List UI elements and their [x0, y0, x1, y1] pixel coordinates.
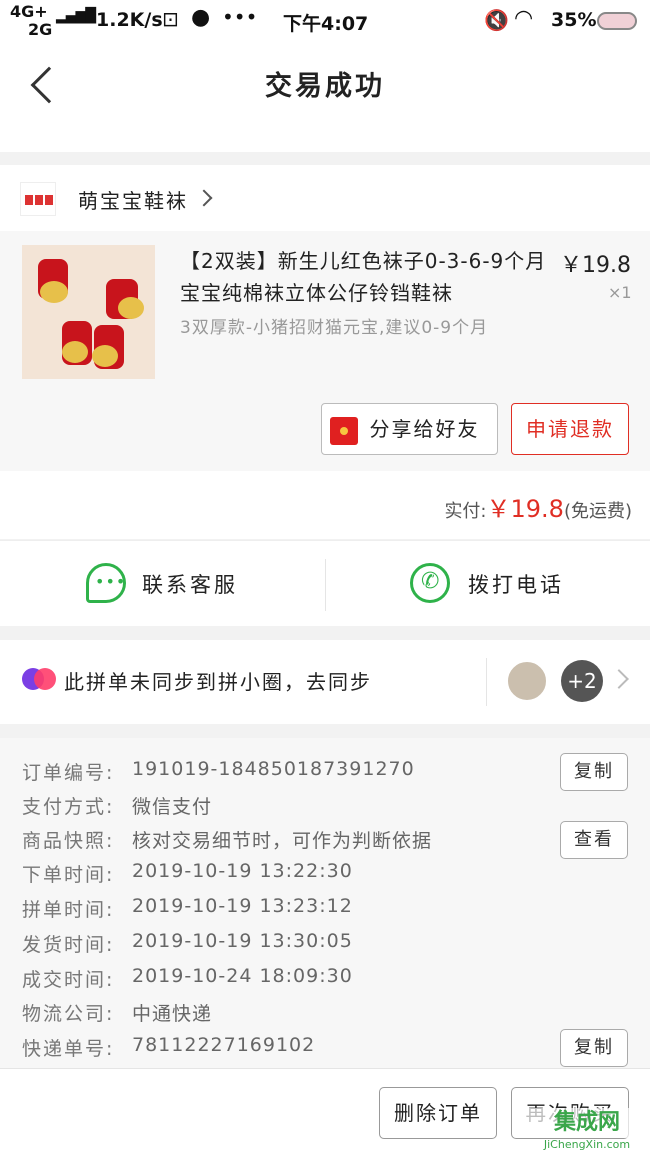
- shop-name: 萌宝宝鞋袜: [78, 189, 188, 213]
- shop-row[interactable]: 萌宝宝鞋袜: [0, 165, 650, 231]
- shop-logo: [20, 182, 56, 216]
- order-number-row: 订单编号: 191019-184850187391270: [22, 758, 414, 785]
- watermark-text: 集成网: [527, 1108, 647, 1138]
- row-label: 商品快照:: [22, 830, 115, 852]
- view-snapshot-button[interactable]: 查看: [560, 821, 628, 859]
- sync-text: 此拼单未同步到拼小圈，去同步: [64, 670, 372, 694]
- contact-divider: [325, 559, 326, 611]
- payment-method-value: 微信支付: [132, 796, 213, 818]
- sock-3-toy: [62, 341, 88, 363]
- deal-time-row: 成交时间: 2019-10-24 18:09:30: [22, 965, 352, 992]
- logistics-row: 物流公司: 中通快递: [22, 999, 211, 1026]
- copy-tracking-button[interactable]: 复制: [560, 1029, 628, 1067]
- row-label: 订单编号:: [22, 762, 115, 784]
- order-time-value: 2019-10-19 13:22:30: [132, 860, 353, 882]
- payment-summary: 实付:￥19.8(免运费): [0, 471, 650, 539]
- row-label: 物流公司:: [22, 1003, 115, 1025]
- sync-banner[interactable]: 此拼单未同步到拼小圈，去同步 +2: [0, 640, 650, 724]
- phone-glyph: ✆: [421, 569, 440, 594]
- row-label: 下单时间:: [22, 864, 115, 886]
- phone-icon: ✆: [410, 563, 450, 603]
- contact-bar: ••• 联系客服 ✆ 拨打电话: [0, 540, 650, 626]
- tracking-value: 78112227169102: [132, 1034, 316, 1056]
- call-phone-button[interactable]: ✆ 拨打电话: [410, 563, 640, 607]
- pinxiaoquan-logo-icon: [22, 668, 58, 696]
- watermark-sub: JiChengXin.com: [543, 1138, 631, 1151]
- avatar: [506, 660, 548, 702]
- sync-divider: [486, 658, 487, 706]
- product-price: ￥19.8: [560, 253, 631, 278]
- payment-method-row: 支付方式: 微信支付: [22, 792, 211, 819]
- logo-sock-2: [35, 195, 43, 205]
- avatar-more-count: +2: [561, 660, 603, 702]
- paid-label: 实付:: [444, 501, 487, 522]
- row-label: 成交时间:: [22, 969, 115, 991]
- paid-line: 实付:￥19.8(免运费): [444, 489, 632, 524]
- logistics-value: 中通快递: [132, 1003, 213, 1025]
- deal-time-value: 2019-10-24 18:09:30: [132, 965, 353, 987]
- call-phone-label: 拨打电话: [468, 573, 564, 597]
- wifi-icon: ◠: [514, 6, 534, 31]
- snapshot-value: 核对交易细节时，可作为判断依据: [132, 830, 433, 852]
- network-indicator: 4G+ 2G: [10, 3, 52, 39]
- row-label: 支付方式:: [22, 796, 115, 818]
- chevron-right-icon: [609, 669, 629, 689]
- row-label: 拼单时间:: [22, 899, 115, 921]
- product-title[interactable]: 【2双装】新生儿红色袜子0-3-6-9个月宝宝纯棉袜立体公仔铃铛鞋袜: [180, 245, 550, 309]
- row-label: 发货时间:: [22, 934, 115, 956]
- order-number-value: 191019-184850187391270: [132, 758, 415, 780]
- refund-button[interactable]: 申请退款: [511, 403, 629, 455]
- network-4g: 4G+: [10, 2, 48, 21]
- battery-level: 35%: [551, 9, 597, 31]
- clock: 下午4:07: [283, 13, 369, 35]
- order-info: 订单编号: 191019-184850187391270 支付方式: 微信支付 …: [0, 738, 650, 1068]
- product-card: 【2双装】新生儿红色袜子0-3-6-9个月宝宝纯棉袜立体公仔铃铛鞋袜 3双厚款-…: [0, 231, 650, 471]
- order-time-row: 下单时间: 2019-10-19 13:22:30: [22, 860, 352, 887]
- sock-4-toy: [92, 345, 118, 367]
- delete-order-button[interactable]: 删除订单: [379, 1087, 497, 1139]
- chat-icon: ●: [191, 5, 211, 30]
- share-label: 分享给好友: [369, 417, 480, 441]
- product-image[interactable]: [22, 245, 155, 379]
- product-quantity: ×1: [608, 283, 632, 302]
- group-time-row: 拼单时间: 2019-10-19 13:23:12: [22, 895, 352, 922]
- snapshot-row: 商品快照: 核对交易细节时，可作为判断依据: [22, 826, 431, 853]
- battery-icon: [597, 12, 637, 30]
- product-spec: 3双厚款-小猪招财猫元宝,建议0-9个月: [180, 318, 489, 338]
- sock-1-toy: [40, 281, 68, 303]
- network-speed: 1.2K/s: [96, 9, 163, 31]
- ship-time-row: 发货时间: 2019-10-19 13:30:05: [22, 930, 352, 957]
- more-dots-icon: •••: [222, 5, 258, 29]
- network-2g: 2G: [28, 20, 53, 39]
- row-label: 快递单号:: [22, 1038, 115, 1060]
- contact-service-label: 联系客服: [142, 573, 238, 597]
- chat-bubble-icon: •••: [86, 563, 126, 603]
- group-time-value: 2019-10-19 13:23:12: [132, 895, 353, 917]
- watermark: 集成网 JiChengXin.com: [527, 1108, 647, 1152]
- ship-time-value: 2019-10-19 13:30:05: [132, 930, 353, 952]
- status-bar: 4G+ 2G ▂▄▆█ 1.2K/s ⊡ ● ••• 下午4:07 🔇 ◠ 35…: [0, 0, 650, 42]
- tracking-row: 快递单号: 78112227169102: [22, 1034, 314, 1061]
- logo-circle-pink: [34, 668, 56, 690]
- shipping-note: (免运费): [563, 501, 632, 522]
- paid-amount: ￥19.8: [486, 495, 564, 523]
- contact-service-button[interactable]: ••• 联系客服: [86, 563, 316, 607]
- app-icon: ⊡: [162, 7, 179, 31]
- mute-icon: 🔇: [484, 8, 509, 32]
- logo-sock-1: [25, 195, 33, 205]
- red-envelope-icon: [330, 417, 358, 445]
- sock-2-toy: [118, 297, 144, 319]
- logo-sock-3: [45, 195, 53, 205]
- copy-order-button[interactable]: 复制: [560, 753, 628, 791]
- page-title: 交易成功: [265, 71, 385, 102]
- chat-dots-icon: •••: [95, 572, 127, 591]
- header: 交易成功: [0, 42, 650, 152]
- signal-icon: ▂▄▆█: [56, 8, 96, 24]
- chevron-right-icon: [195, 189, 213, 207]
